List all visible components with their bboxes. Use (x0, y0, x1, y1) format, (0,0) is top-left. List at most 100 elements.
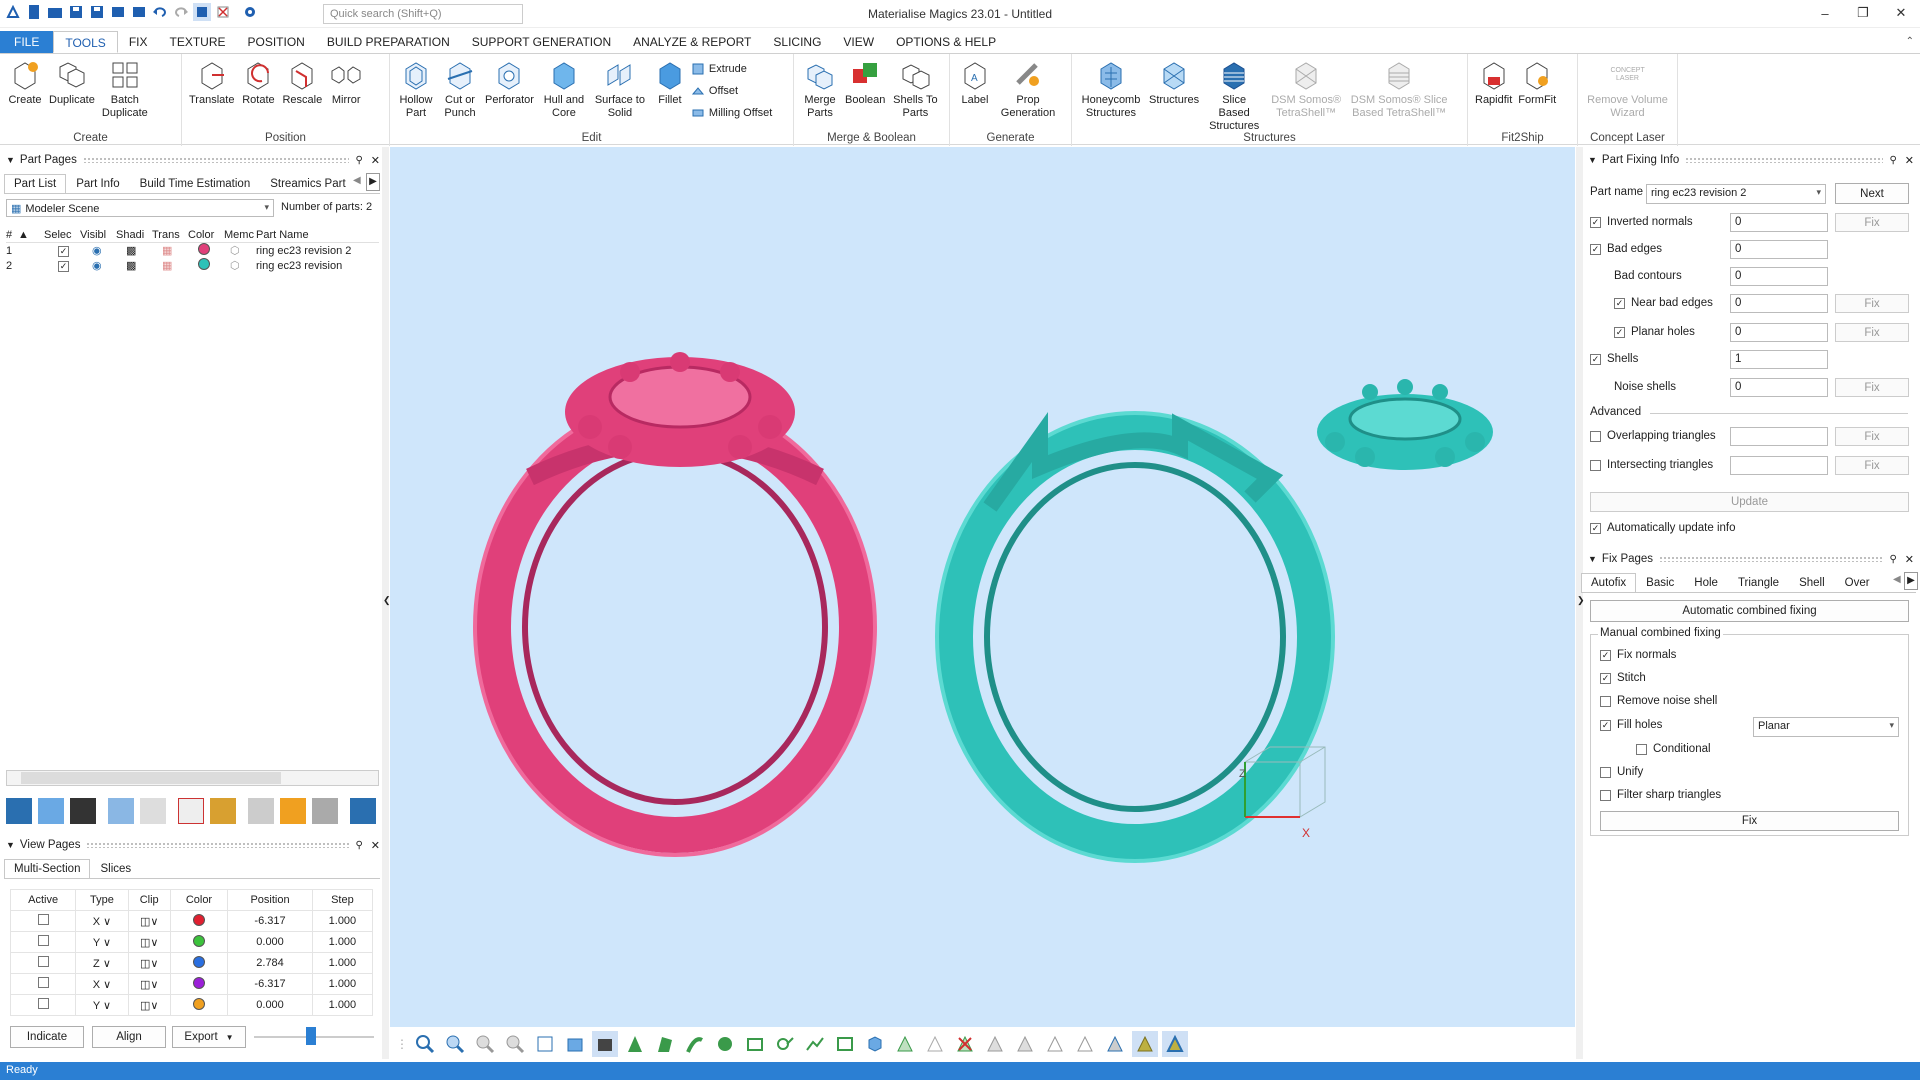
table-row[interactable]: 1 ✓ ◉ ▩ ▦ ⬡ ring ec23 revision 2 (6, 243, 379, 258)
mark-surface-icon[interactable] (682, 1031, 708, 1057)
visible-eye-icon[interactable]: ◉ (80, 259, 116, 272)
part-list-hscrollbar[interactable] (6, 770, 379, 786)
grow-marking-icon[interactable] (1072, 1031, 1098, 1057)
tab-texture[interactable]: TEXTURE (158, 31, 236, 53)
tab-support-generation[interactable]: SUPPORT GENERATION (461, 31, 622, 53)
close-icon[interactable]: ✕ (1882, 0, 1920, 26)
close-panel-icon[interactable]: ✕ (371, 154, 380, 167)
collapse-ribbon-icon[interactable]: ⌃ (1906, 36, 1914, 47)
stitch-checkbox[interactable]: ✓ (1600, 672, 1611, 684)
active-checkbox[interactable] (37, 914, 49, 925)
clip-select[interactable]: ◫∨ (127, 910, 171, 932)
section-color[interactable] (192, 997, 205, 1010)
remove-noise-shell-checkbox[interactable] (1600, 695, 1611, 707)
select-checkbox[interactable]: ✓ (58, 260, 69, 272)
tab-position[interactable]: POSITION (237, 31, 316, 53)
tab-triangle[interactable]: Triangle (1728, 573, 1789, 593)
extrude-button[interactable]: Extrude (691, 60, 772, 78)
filter-sharp-triangles-checkbox[interactable] (1600, 789, 1611, 801)
part-color-swatch[interactable] (198, 243, 210, 255)
active-checkbox[interactable] (37, 977, 49, 988)
tab-file[interactable]: FILE (0, 31, 54, 53)
part-tool-icon-4[interactable] (108, 798, 134, 824)
tab-slicing[interactable]: SLICING (762, 31, 832, 53)
select-checkbox[interactable]: ✓ (58, 245, 69, 257)
offset-button[interactable]: Offset (691, 82, 772, 100)
part-tool-icon-8[interactable] (248, 798, 274, 824)
memory-icon[interactable]: ⬡ (224, 259, 256, 272)
tab-options-help[interactable]: OPTIONS & HELP (885, 31, 1007, 53)
collapse-icon[interactable]: ▼ (1588, 554, 1597, 564)
table-row[interactable]: 2 ✓ ◉ ▩ ▦ ⬡ ring ec23 revision (6, 258, 379, 273)
fix-tab-scroll-left-icon[interactable]: ◀ (1893, 574, 1901, 585)
tab-part-info[interactable]: Part Info (66, 174, 129, 194)
fix-planar-holes-button[interactable]: Fix (1835, 323, 1909, 342)
triangle-mode-2-icon[interactable] (1162, 1031, 1188, 1057)
part-tool-icon-3[interactable] (70, 798, 96, 824)
near-bad-edges-checkbox[interactable]: ✓ (1614, 297, 1625, 309)
type-select[interactable]: Y ∨ (75, 931, 129, 953)
3d-viewport[interactable]: Z X (390, 147, 1575, 1027)
mark-plane-icon[interactable] (652, 1031, 678, 1057)
tab-basic[interactable]: Basic (1636, 573, 1684, 593)
type-select[interactable]: X ∨ (75, 910, 129, 932)
sort-icon[interactable]: ▲ (18, 229, 44, 241)
right-splitter[interactable]: ❯ (1576, 147, 1585, 1059)
tab-scroll-right-icon[interactable]: ▶ (366, 173, 380, 191)
tab-part-list[interactable]: Part List (4, 174, 67, 194)
planar-holes-checkbox[interactable]: ✓ (1614, 326, 1625, 338)
unmark-all-icon[interactable] (952, 1031, 978, 1057)
inverted-normals-checkbox[interactable]: ✓ (1590, 216, 1601, 228)
active-checkbox[interactable] (37, 998, 49, 1009)
shells-checkbox[interactable]: ✓ (1590, 353, 1601, 365)
slider-handle[interactable] (306, 1027, 316, 1045)
fix-tab-scroll-right-icon[interactable]: ▶ (1904, 572, 1918, 590)
mark-by-angle-icon[interactable] (1102, 1031, 1128, 1057)
clip-select[interactable]: ◫∨ (127, 952, 171, 974)
part-tool-icon-7[interactable] (210, 798, 236, 824)
milling-offset-button[interactable]: Milling Offset (691, 104, 772, 122)
restore-icon[interactable]: ❐ (1844, 0, 1882, 26)
pink-ring-head[interactable] (565, 352, 795, 467)
section-slider[interactable] (254, 1027, 374, 1045)
update-button[interactable]: Update (1590, 492, 1909, 512)
part-tool-icon-9[interactable] (280, 798, 306, 824)
shrink-marking-icon[interactable] (1042, 1031, 1068, 1057)
pin-icon[interactable]: ⚲ (1889, 155, 1896, 166)
teal-ring-part[interactable] (935, 411, 1335, 863)
minimize-icon[interactable]: – (1806, 0, 1844, 26)
transparency-icon[interactable]: ▦ (152, 244, 188, 257)
tab-fix[interactable]: FIX (118, 31, 159, 53)
overlapping-triangles-checkbox[interactable] (1590, 430, 1601, 442)
tab-analyze-report[interactable]: ANALYZE & REPORT (622, 31, 762, 53)
tab-hole[interactable]: Hole (1684, 573, 1728, 593)
zoom-selection-icon[interactable] (472, 1031, 498, 1057)
fill-holes-checkbox[interactable]: ✓ (1600, 719, 1611, 731)
active-checkbox[interactable] (37, 935, 49, 946)
section-color[interactable] (192, 934, 205, 947)
part-tool-icon-1[interactable] (6, 798, 32, 824)
intersecting-triangles-checkbox[interactable] (1590, 459, 1601, 471)
fix-intersecting-triangles-button[interactable]: Fix (1835, 456, 1909, 475)
clip-select[interactable]: ◫∨ (127, 994, 171, 1016)
shaded-view-icon[interactable] (592, 1031, 618, 1057)
mark-contour-icon[interactable] (772, 1031, 798, 1057)
zoom-all-icon[interactable] (442, 1031, 468, 1057)
left-splitter[interactable]: ❮ (382, 147, 391, 1059)
fix-overlapping-triangles-button[interactable]: Fix (1835, 427, 1909, 446)
mark-triangle-icon[interactable] (622, 1031, 648, 1057)
tab-multi-section[interactable]: Multi-Section (4, 859, 91, 879)
part-name-select[interactable]: ring ec23 revision 2 (1646, 184, 1826, 204)
clip-select[interactable]: ◫∨ (127, 973, 171, 995)
tab-build-time-estimation[interactable]: Build Time Estimation (130, 174, 261, 194)
clip-select[interactable]: ◫∨ (127, 931, 171, 953)
type-select[interactable]: X ∨ (75, 973, 129, 995)
type-select[interactable]: Z ∨ (75, 952, 129, 974)
close-panel-icon[interactable]: ✕ (1905, 154, 1914, 167)
part-color-swatch[interactable] (198, 258, 210, 270)
type-select[interactable]: Y ∨ (75, 994, 129, 1016)
triangle-mode-icon[interactable] (1132, 1031, 1158, 1057)
next-button[interactable]: Next (1835, 183, 1909, 204)
tab-build-preparation[interactable]: BUILD PREPARATION (316, 31, 461, 53)
collapse-icon[interactable]: ▼ (1588, 155, 1597, 165)
